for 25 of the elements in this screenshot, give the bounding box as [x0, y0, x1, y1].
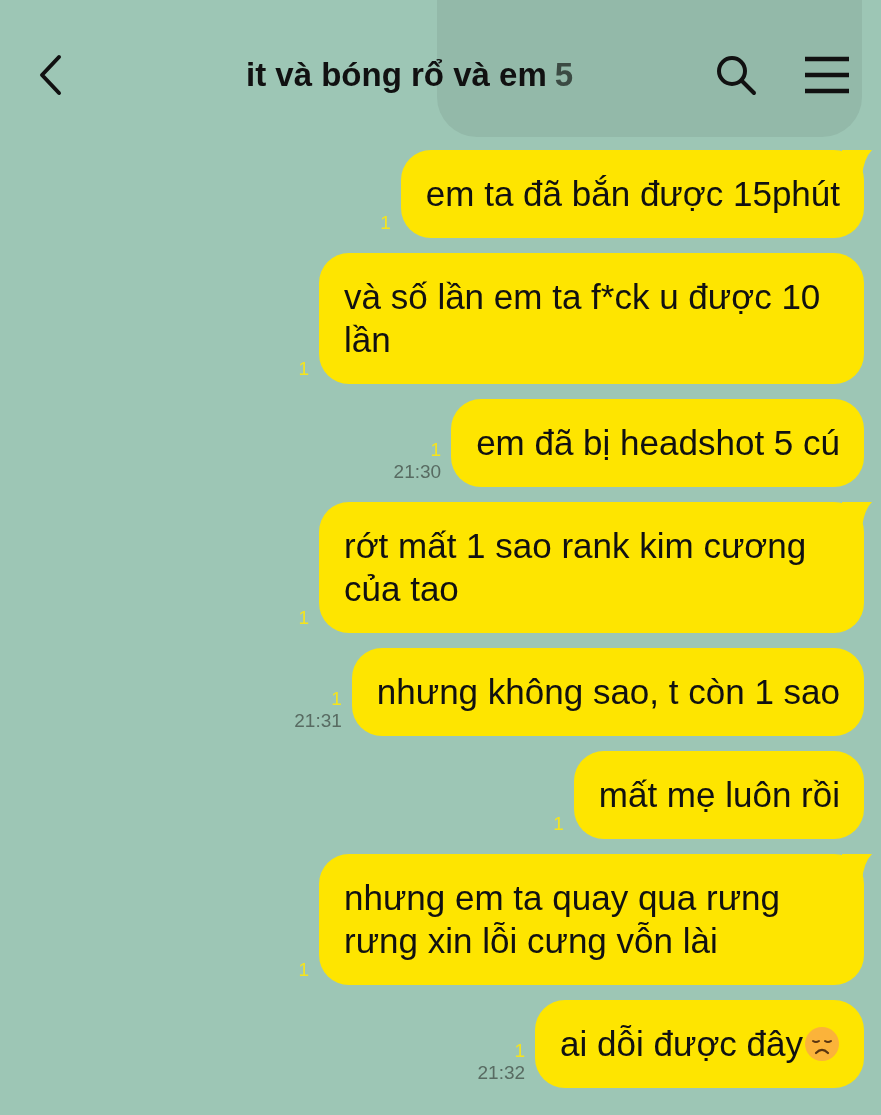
timestamp: 21:31 — [294, 710, 342, 732]
read-count: 1 — [298, 358, 309, 380]
read-count: 1 — [298, 959, 309, 981]
read-count: 1 — [380, 212, 391, 234]
read-count: 1 — [514, 1040, 526, 1063]
search-icon[interactable] — [715, 54, 757, 96]
bubble-tail — [842, 150, 872, 176]
read-count: 1 — [331, 688, 342, 711]
message-bubble: và số lần em ta f*ck u được 10 lần — [319, 253, 864, 384]
read-count: 1 — [298, 607, 309, 629]
member-count: 5 — [554, 55, 574, 96]
timestamp: 21:30 — [393, 461, 442, 483]
message-bubble: mất mẹ luôn rồi — [573, 751, 864, 839]
menu-icon[interactable] — [803, 56, 851, 94]
bubble-tail — [842, 854, 872, 880]
message-bubble: ai dỗi được đây — [535, 1000, 864, 1088]
read-count: 1 — [553, 813, 564, 835]
sad-face-icon — [804, 1026, 840, 1062]
back-icon[interactable] — [37, 54, 63, 96]
message-bubble: em đã bị headshot 5 cú — [451, 399, 864, 487]
read-count: 1 — [430, 439, 442, 462]
timestamp: 21:32 — [477, 1062, 526, 1084]
message-bubble: nhưng không sao, t còn 1 sao — [351, 648, 864, 736]
bubble-tail — [842, 502, 872, 528]
chat-title: it và bóng rổ và em — [246, 55, 547, 96]
